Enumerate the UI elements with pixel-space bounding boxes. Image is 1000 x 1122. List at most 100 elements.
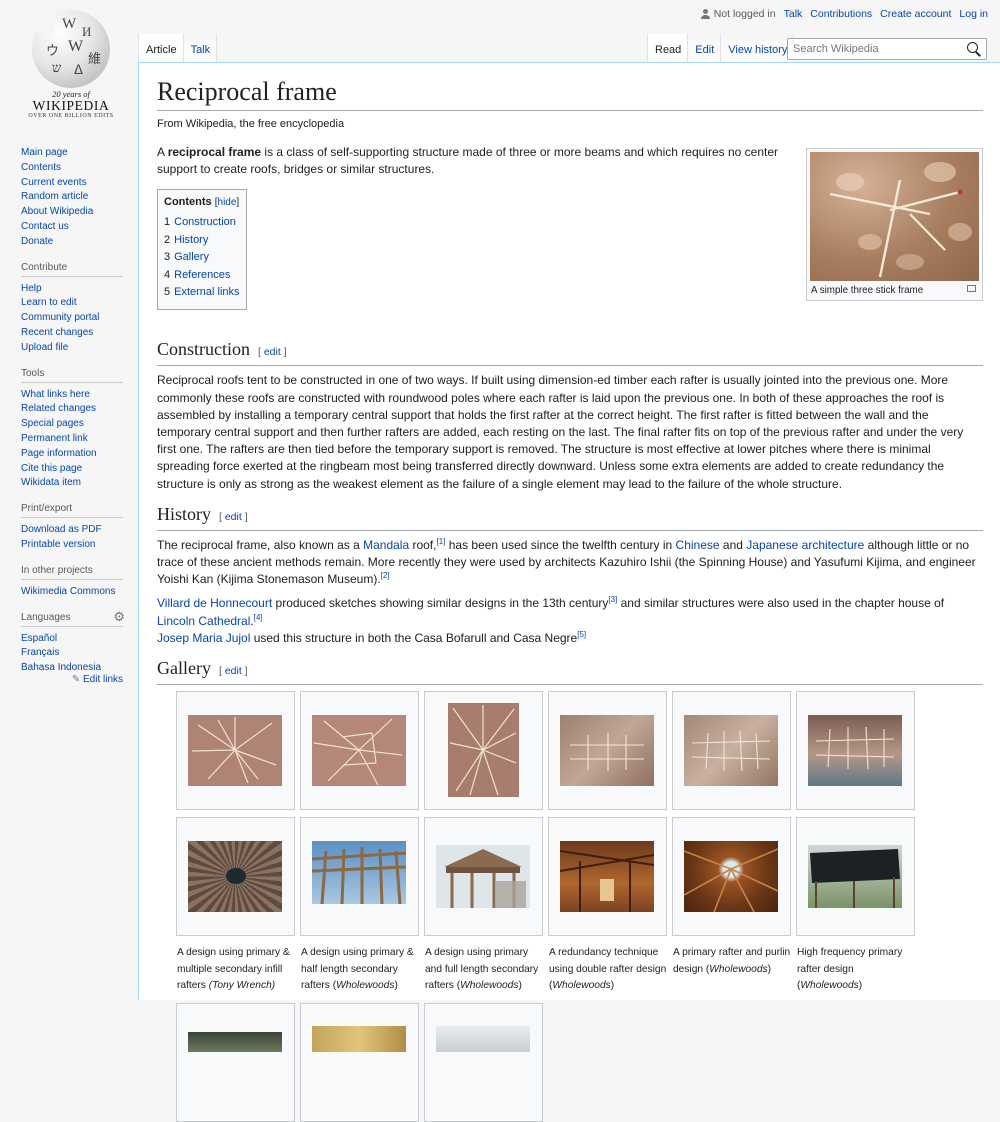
tab-view-history[interactable]: View history <box>721 34 795 62</box>
sidebar-item-printable-version[interactable]: Printable version <box>21 539 95 550</box>
gallery-item[interactable] <box>672 817 791 937</box>
thumbnail-image[interactable] <box>810 152 979 281</box>
section-gallery-heading: Gallery[ edit ] <box>157 657 983 686</box>
section-construction-heading: Construction[ edit ] <box>157 338 983 367</box>
mandala-link[interactable]: Mandala <box>363 538 409 552</box>
gallery-item[interactable] <box>176 691 295 811</box>
sidebar-item-current-events[interactable]: Current events <box>21 177 87 188</box>
gallery-item[interactable] <box>300 1003 419 1122</box>
toc-item[interactable]: 2 History <box>164 232 240 249</box>
sidebar-item-contact[interactable]: Contact us <box>21 221 69 232</box>
chinese-link[interactable]: Chinese <box>676 538 720 552</box>
sidebar-item-related-changes[interactable]: Related changes <box>21 403 96 414</box>
gallery-item[interactable] <box>176 1003 295 1122</box>
gallery-caption: A design using primary & multiple second… <box>177 947 290 992</box>
languages-heading: Languages <box>21 611 71 623</box>
gallery-image <box>312 1026 406 1053</box>
sidebar-item-learn-to-edit[interactable]: Learn to edit <box>21 297 77 308</box>
sidebar-item-special-pages[interactable]: Special pages <box>21 418 84 429</box>
sidebar-item-community-portal[interactable]: Community portal <box>21 312 99 323</box>
gallery-item[interactable] <box>424 817 543 937</box>
contributions-link[interactable]: Contributions <box>810 8 872 20</box>
sidebar-item-random-article[interactable]: Random article <box>21 191 88 202</box>
toc-item[interactable]: 5 External links <box>164 284 240 301</box>
lincoln-cathedral-link[interactable]: Lincoln Cathedral <box>157 614 250 628</box>
sidebar-item-about[interactable]: About Wikipedia <box>21 206 93 217</box>
tab-article[interactable]: Article <box>138 34 184 62</box>
gallery-item[interactable] <box>424 691 543 811</box>
gallery-item[interactable] <box>300 817 419 937</box>
edit-gallery-link[interactable]: edit <box>225 665 242 677</box>
sidebar-item-main-page[interactable]: Main page <box>21 147 68 158</box>
sidebar-item-donate[interactable]: Donate <box>21 236 53 247</box>
reference-4[interactable]: [4] <box>254 613 263 622</box>
gallery-item[interactable] <box>300 691 419 811</box>
gallery-image <box>808 845 902 909</box>
sidebar-item-recent-changes[interactable]: Recent changes <box>21 327 93 338</box>
japanese-architecture-link[interactable]: Japanese architecture <box>746 538 864 552</box>
sidebar-item-download-pdf[interactable]: Download as PDF <box>21 524 102 535</box>
tab-talk[interactable]: Talk <box>183 34 218 62</box>
not-logged-in: Not logged in <box>701 8 776 20</box>
log-in-link[interactable]: Log in <box>959 8 988 20</box>
gallery-image <box>312 715 406 787</box>
gallery-item[interactable] <box>424 1003 543 1122</box>
search-input[interactable]: Search Wikipedia <box>787 38 987 60</box>
tab-edit[interactable]: Edit <box>688 34 722 62</box>
sidebar-item-what-links-here[interactable]: What links here <box>21 389 90 400</box>
toc-hide-link[interactable]: hide <box>218 197 237 208</box>
gallery-item[interactable] <box>548 817 667 937</box>
toc-title: Contents <box>164 196 212 209</box>
reference-2[interactable]: [2] <box>381 571 390 580</box>
gallery-image <box>436 845 530 909</box>
talk-link[interactable]: Talk <box>784 8 803 20</box>
search-icon[interactable] <box>966 41 982 57</box>
enlarge-icon[interactable] <box>967 285 976 292</box>
gallery: A design using primary & multiple second… <box>176 691 983 1122</box>
gallery-image <box>312 841 406 905</box>
gallery-item[interactable] <box>176 817 295 937</box>
toc-item[interactable]: 4 References <box>164 267 240 284</box>
toc-item[interactable]: 3 Gallery <box>164 249 240 266</box>
sidebar: Main page Contents Current events Random… <box>21 146 125 697</box>
gallery-caption: A primary rafter and purlin design (Whol… <box>673 947 791 975</box>
villard-link[interactable]: Villard de Honnecourt <box>157 596 272 610</box>
tab-read[interactable]: Read <box>647 34 689 62</box>
wikipedia-logo[interactable]: Ω W И ウ W 維 ש ᐃ 20 years of Wikipedia Ov… <box>26 10 116 119</box>
gear-icon[interactable]: ⚙ <box>113 609 125 625</box>
personal-tools: Not logged in Talk Contributions Create … <box>701 8 988 20</box>
sidebar-item-wikidata-item[interactable]: Wikidata item <box>21 477 81 488</box>
edit-history-link[interactable]: edit <box>225 511 242 523</box>
sidebar-item-permanent-link[interactable]: Permanent link <box>21 433 88 444</box>
table-of-contents: Contents [hide] 1 Construction 2 History 3… <box>157 189 247 311</box>
language-francais[interactable]: Français <box>21 647 59 658</box>
sidebar-item-contents[interactable]: Contents <box>21 162 61 173</box>
sidebar-print: Print/export Download as PDF Printable v… <box>21 503 123 553</box>
three-stick-frame-illustration <box>829 162 972 278</box>
edit-links-label[interactable]: Edit links <box>83 674 123 685</box>
logo-motto: Over One Billion Edits <box>28 113 114 119</box>
sidebar-item-wikimedia-commons[interactable]: Wikimedia Commons <box>21 586 115 597</box>
edit-construction-link[interactable]: edit <box>264 346 281 358</box>
gallery-image <box>448 703 519 798</box>
page-title: Reciprocal frame <box>157 63 983 111</box>
toc-item[interactable]: 1 Construction <box>164 214 240 231</box>
sidebar-item-page-information[interactable]: Page information <box>21 448 97 459</box>
gallery-item[interactable] <box>796 817 915 937</box>
gallery-image <box>684 715 778 787</box>
sidebar-item-help[interactable]: Help <box>21 283 42 294</box>
language-bahasa-indonesia[interactable]: Bahasa Indonesia <box>21 662 101 673</box>
reference-5[interactable]: [5] <box>577 630 586 639</box>
gallery-item[interactable] <box>672 691 791 811</box>
contribute-heading: Contribute <box>21 262 123 277</box>
gallery-item[interactable] <box>548 691 667 811</box>
reference-3[interactable]: [3] <box>608 595 617 604</box>
sidebar-item-upload-file[interactable]: Upload file <box>21 342 68 353</box>
view-tabs: Read Edit View history <box>647 34 795 62</box>
jujol-link[interactable]: Josep Maria Jujol <box>157 631 250 645</box>
language-espanol[interactable]: Español <box>21 633 57 644</box>
gallery-item[interactable] <box>796 691 915 811</box>
sidebar-item-cite-this-page[interactable]: Cite this page <box>21 463 82 474</box>
namespace-tabs: Article Talk <box>138 34 218 62</box>
create-account-link[interactable]: Create account <box>880 8 951 20</box>
